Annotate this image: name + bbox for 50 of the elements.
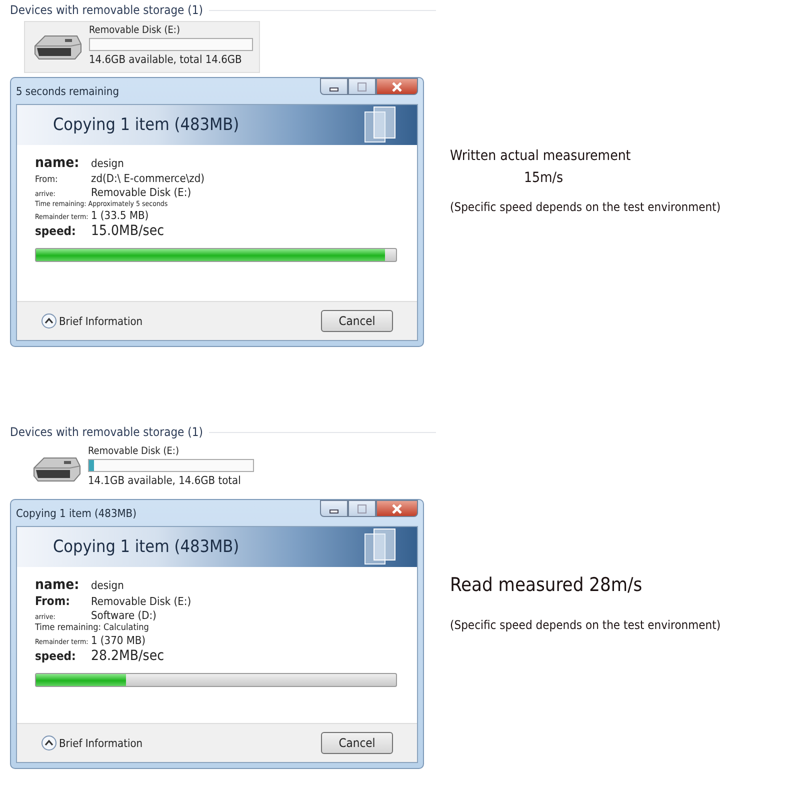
- field-value: 15.0MB/sec: [91, 223, 164, 239]
- drive-capacity: 14.1GB available, 14.6GB total: [88, 474, 242, 487]
- caption-text: 15m/s: [523, 170, 564, 186]
- dialog-heading: Copying 1 item (483MB): [53, 537, 240, 557]
- minimize-button[interactable]: [320, 78, 348, 95]
- caption-text: (Specific speed depends on the test environment): [450, 200, 722, 214]
- drive-capacity: 14.6GB available, total 14.6GB: [89, 53, 243, 66]
- caption-text: Read measured 28m/s: [450, 574, 644, 596]
- field-label: From:: [35, 594, 71, 608]
- pages-icon: [363, 106, 397, 144]
- caption-text: (Specific speed depends on the test environment): [450, 618, 722, 632]
- field-value: 28.2MB/sec: [91, 648, 164, 664]
- field-label: speed:: [35, 649, 77, 663]
- field-value: zd(D:\ E-commerce\zd): [91, 172, 204, 185]
- minimize-button[interactable]: [320, 500, 348, 517]
- field-label: Time remaining: Calculating: [35, 623, 149, 633]
- field-value: Removable Disk (E:): [91, 595, 192, 608]
- window-title: Copying 1 item (483MB): [16, 506, 138, 520]
- window-title: 5 seconds remaining: [16, 84, 120, 98]
- field-value: Software (D:): [91, 609, 156, 622]
- close-button[interactable]: [376, 500, 418, 517]
- drive-tile[interactable]: Removable Disk (E:) 14.6GB available, total 14.6GB: [24, 21, 260, 73]
- section-title: Devices with removable storage (1): [10, 3, 203, 17]
- field-value: 1 (33.5 MB): [91, 209, 149, 222]
- field-label: name:: [35, 155, 80, 171]
- maximize-icon: [356, 504, 368, 514]
- drive-name: Removable Disk (E:): [89, 25, 181, 36]
- close-icon: [391, 82, 403, 92]
- field-value: design: [91, 157, 124, 170]
- cancel-button[interactable]: Cancel: [321, 732, 393, 754]
- close-icon: [391, 504, 403, 514]
- field-label: name:: [35, 577, 80, 593]
- cancel-button[interactable]: Cancel: [321, 310, 393, 332]
- details-toggle[interactable]: Brief Information: [41, 735, 143, 751]
- dialog-heading: Copying 1 item (483MB): [53, 115, 240, 135]
- section-title: Devices with removable storage (1): [10, 425, 203, 439]
- field-label: speed:: [35, 224, 77, 238]
- drive-name: Removable Disk (E:): [88, 446, 180, 457]
- pages-icon: [363, 528, 397, 566]
- field-label: From:: [35, 175, 59, 185]
- field-value: Removable Disk (E:): [91, 186, 192, 199]
- field-value: design: [91, 579, 124, 592]
- caption-text: Written actual measurement: [450, 148, 632, 164]
- collapse-icon: [41, 313, 57, 329]
- field-value: 1 (370 MB): [91, 634, 146, 647]
- collapse-icon: [41, 735, 57, 751]
- drive-tile[interactable]: Removable Disk (E:) 14.1GB available, 14.6GB total: [24, 443, 260, 495]
- maximize-icon: [356, 82, 368, 92]
- close-button[interactable]: [376, 78, 418, 95]
- details-toggle[interactable]: Brief Information: [41, 313, 143, 329]
